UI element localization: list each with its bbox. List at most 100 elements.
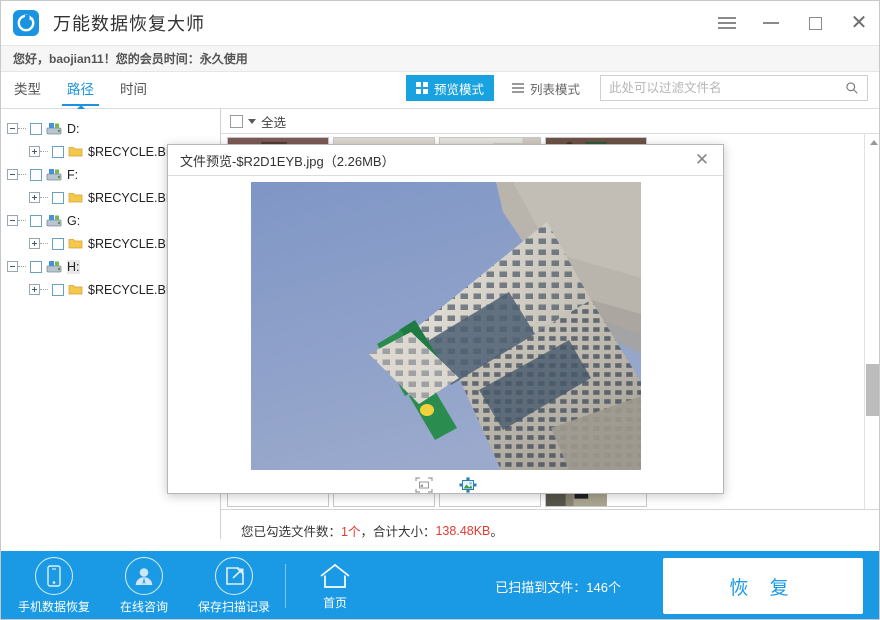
status-suffix: 。 — [490, 525, 503, 539]
tree-node-label: $RECYCLE.BIN — [88, 190, 179, 205]
hamburger-menu-icon[interactable] — [705, 1, 749, 45]
collapse-icon[interactable] — [7, 261, 18, 272]
tree-line — [18, 220, 26, 221]
divider — [285, 564, 286, 608]
folder-icon — [68, 239, 83, 249]
tree-node-label: F: — [67, 167, 79, 182]
tree-checkbox[interactable] — [52, 237, 64, 250]
app-title: 万能数据恢复大师 — [53, 14, 205, 34]
tree-checkbox[interactable] — [30, 168, 42, 181]
drive-icon — [46, 168, 62, 180]
resize-image-icon[interactable] — [459, 477, 477, 493]
tree-checkbox[interactable] — [30, 260, 42, 273]
tree-checkbox[interactable] — [52, 191, 64, 204]
status-bar: 您已勾选文件数： 1个 ，合计大小： 138.48KB 。 — [221, 509, 879, 551]
expand-icon[interactable] — [29, 192, 40, 203]
expand-icon[interactable] — [29, 284, 40, 295]
online-support-label: 在线咨询 — [119, 600, 168, 614]
title-bar: 万能数据恢复大师 ✕ — [1, 1, 879, 45]
tree-line — [18, 128, 26, 129]
tree-node-drive[interactable]: D: — [1, 117, 220, 140]
tree-line — [18, 266, 26, 267]
tree-node-label: $RECYCLE.BIN — [88, 236, 179, 251]
tree-line — [40, 151, 48, 152]
close-icon[interactable]: ✕ — [837, 1, 879, 45]
list-icon — [511, 81, 524, 95]
search-box[interactable] — [600, 75, 868, 101]
vertical-scrollbar[interactable] — [864, 134, 879, 539]
tab-time[interactable]: 时间 — [107, 71, 160, 108]
search-icon[interactable] — [845, 81, 859, 95]
tree-line — [40, 197, 48, 198]
tree-node-label: $RECYCLE.BIN — [88, 282, 179, 297]
save-scan-record-button[interactable]: 保存扫描记录 — [189, 557, 279, 615]
tree-node-label: G: — [67, 213, 81, 228]
close-icon[interactable]: ✕ — [689, 147, 715, 173]
tree-node-label: H: — [67, 259, 80, 274]
status-prefix: 您已勾选文件数： — [241, 525, 342, 539]
dialog-header: 文件预览-$R2D1EYB.jpg（2.26MB） ✕ — [168, 145, 723, 176]
preview-mode-label: 预览模式 — [433, 82, 484, 97]
grid-icon — [415, 82, 428, 94]
scrollbar-thumb[interactable] — [866, 364, 879, 416]
folder-icon — [68, 193, 83, 203]
dialog-title: 文件预览-$R2D1EYB.jpg（2.26MB） — [180, 153, 395, 169]
tree-line — [40, 289, 48, 290]
home-label: 首页 — [322, 595, 347, 610]
tree-checkbox[interactable] — [52, 145, 64, 158]
select-all-checkbox[interactable] — [230, 114, 243, 128]
home-icon — [320, 563, 350, 588]
fit-to-window-icon[interactable] — [414, 477, 433, 493]
selected-size: 138.48KB — [435, 523, 491, 538]
save-scan-record-label: 保存扫描记录 — [197, 600, 270, 614]
tab-type[interactable]: 类型 — [1, 71, 54, 108]
select-all-bar: 全选 — [221, 109, 879, 134]
tree-line — [40, 243, 48, 244]
list-mode-button[interactable]: 列表模式 — [502, 75, 590, 101]
collapse-icon[interactable] — [7, 123, 18, 134]
tree-checkbox[interactable] — [30, 214, 42, 227]
status-middle: ，合计大小： — [360, 525, 436, 539]
toolbar-right: 预览模式 列表模式 — [405, 71, 879, 108]
preview-image[interactable] — [250, 182, 641, 470]
application-window: 万能数据恢复大师 ✕ 您好，baojian11！您的会员时间：永久使用 类型 路… — [0, 0, 880, 620]
scanned-files-count: 已扫描到文件：146个 — [495, 579, 621, 595]
category-tabs: 类型 路径 时间 — [1, 71, 160, 109]
collapse-icon[interactable] — [7, 215, 18, 226]
user-support-icon — [125, 557, 163, 595]
scroll-up-arrow-icon[interactable] — [865, 134, 879, 151]
search-input[interactable] — [609, 81, 845, 95]
bottom-action-bar: 手机数据恢复 在线咨询 保存扫描记录 首页 已扫描到文件：146个 恢 复 — [1, 551, 879, 619]
drive-icon — [46, 122, 62, 134]
selected-count: 1个 — [341, 525, 361, 539]
folder-icon — [68, 285, 83, 295]
home-button[interactable]: 首页 — [300, 562, 370, 611]
tab-path[interactable]: 路径 — [54, 71, 107, 109]
tree-checkbox[interactable] — [30, 122, 42, 135]
list-mode-label: 列表模式 — [529, 82, 580, 97]
tree-node-label: D: — [67, 121, 80, 136]
toolbar: 类型 路径 时间 预览模式 列表模式 — [1, 71, 879, 109]
preview-mode-button[interactable]: 预览模式 — [405, 75, 494, 101]
mobile-recovery-label: 手机数据恢复 — [17, 600, 90, 614]
online-support-button[interactable]: 在线咨询 — [99, 557, 189, 615]
tree-node-label: $RECYCLE.BIN — [88, 144, 179, 159]
export-arrow-icon — [215, 557, 253, 595]
file-preview-dialog: 文件预览-$R2D1EYB.jpg（2.26MB） ✕ — [167, 144, 724, 494]
mobile-recovery-button[interactable]: 手机数据恢复 — [9, 557, 99, 615]
collapse-icon[interactable] — [7, 169, 18, 180]
expand-icon[interactable] — [29, 238, 40, 249]
folder-icon — [68, 147, 83, 157]
drive-icon — [46, 260, 62, 272]
app-logo-icon — [13, 10, 39, 36]
dialog-body — [168, 176, 723, 470]
greeting-bar: 您好，baojian11！您的会员时间：永久使用 — [1, 45, 879, 72]
minimize-icon[interactable] — [749, 1, 793, 45]
maximize-icon[interactable] — [793, 1, 837, 45]
tree-checkbox[interactable] — [52, 283, 64, 296]
chevron-down-icon[interactable] — [248, 118, 256, 124]
expand-icon[interactable] — [29, 146, 40, 157]
mobile-phone-icon — [35, 557, 73, 595]
select-all-label: 全选 — [261, 115, 287, 130]
recover-button[interactable]: 恢 复 — [663, 558, 863, 614]
